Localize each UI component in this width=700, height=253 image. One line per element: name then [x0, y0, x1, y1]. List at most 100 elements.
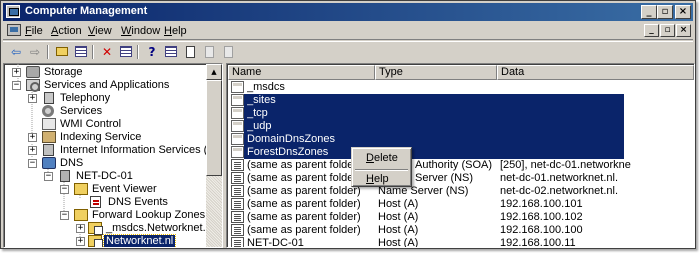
menu-help[interactable]: Help: [164, 25, 187, 37]
console-tree[interactable]: + Storage − Services and Applications + …: [3, 63, 223, 248]
toolbar-separator: [137, 45, 139, 59]
wmi-icon: [42, 118, 56, 130]
close-button[interactable]: ×: [675, 5, 691, 19]
folder-up-icon: [56, 47, 68, 56]
collapse-toggle[interactable]: −: [44, 172, 53, 181]
row-name: DomainDnsZones: [247, 133, 336, 145]
column-header-name[interactable]: Name: [228, 65, 375, 80]
list-row[interactable]: (same as parent folder) Host (A) 192.168.1…: [228, 224, 693, 237]
menu-file[interactable]: File: [25, 25, 43, 37]
row-name: _sites: [247, 94, 276, 106]
show-hide-console-tree-button[interactable]: [72, 44, 90, 60]
delete-button[interactable]: ✕: [98, 44, 116, 60]
row-name: _msdcs: [247, 81, 285, 93]
list-row[interactable]: _udp: [228, 120, 693, 133]
menu-window[interactable]: Window: [121, 25, 160, 37]
list-row[interactable]: DomainDnsZones: [228, 133, 693, 146]
scroll-thumb[interactable]: [206, 80, 222, 176]
list-row[interactable]: NET-DC-01 Host (A) 192.168.100.11: [228, 237, 693, 248]
row-name: (same as parent folder): [247, 198, 361, 210]
menu-action[interactable]: Action: [51, 25, 82, 37]
row-data: 192.168.100.100: [500, 224, 583, 236]
tree-item-label: Indexing Service: [60, 131, 142, 143]
scroll-up-button[interactable]: ▲: [206, 64, 222, 80]
expand-toggle[interactable]: +: [76, 237, 85, 246]
services-gear-icon: [42, 105, 54, 117]
list-row[interactable]: _tcp: [228, 107, 693, 120]
mdi-minimize-button[interactable]: _: [644, 24, 659, 37]
arrow-right-icon: ⇨: [29, 45, 41, 59]
document-button-1[interactable]: [181, 44, 199, 60]
zone-icon: [88, 222, 103, 235]
context-menu-delete[interactable]: Delete: [366, 151, 398, 165]
column-header-type[interactable]: Type: [375, 65, 497, 80]
title-bar[interactable]: Computer Management _ ▫ ×: [3, 3, 693, 21]
expand-toggle[interactable]: +: [12, 68, 21, 77]
row-data: 192.168.100.101: [500, 198, 583, 210]
up-one-level-button[interactable]: [53, 44, 71, 60]
tree-item-label: NET-DC-01: [76, 170, 133, 182]
forward-button[interactable]: ⇨: [26, 44, 44, 60]
back-button[interactable]: ⇦: [7, 44, 25, 60]
dns-icon: [42, 157, 56, 169]
list-row[interactable]: _msdcs: [228, 81, 693, 94]
restore-button[interactable]: ▫: [657, 5, 673, 19]
row-name: _udp: [247, 120, 272, 132]
record-icon: [231, 237, 244, 247]
tree-item-label: Networknet.nl: [102, 234, 177, 247]
context-menu: Delete Help: [351, 147, 412, 187]
expand-toggle[interactable]: +: [28, 133, 37, 142]
record-icon: [231, 185, 244, 197]
expand-toggle[interactable]: +: [28, 146, 37, 155]
folder-icon: [231, 81, 244, 93]
row-type: Authority (SOA): [415, 159, 493, 171]
storage-icon: [26, 66, 40, 78]
list-view-button[interactable]: [162, 44, 180, 60]
document-icon: [204, 46, 214, 58]
row-data: net-dc-01.networknet.nl.: [500, 172, 619, 184]
list-row[interactable]: (same as parent folder) Name Server (NS) n…: [228, 185, 693, 198]
context-menu-separator: [355, 169, 408, 171]
collapse-toggle[interactable]: −: [12, 81, 21, 90]
column-header-data[interactable]: Data: [497, 65, 694, 80]
tree-item-label: Internet Information Services (IIS) Mar: [60, 144, 222, 156]
record-icon: [231, 224, 244, 236]
results-list[interactable]: Name Type Data _msdcs _sites _tcp _udp Domai…: [226, 63, 695, 248]
document-icon: [185, 46, 195, 58]
list-row[interactable]: _sites: [228, 94, 693, 107]
row-type: Host (A): [378, 198, 419, 210]
collapse-toggle[interactable]: −: [28, 159, 37, 168]
expand-toggle[interactable]: +: [76, 224, 85, 233]
mdi-close-button[interactable]: ×: [676, 24, 691, 37]
properties-icon: [120, 46, 132, 57]
menu-view[interactable]: View: [88, 25, 112, 37]
mdi-caption-buttons: _ ▫ ×: [644, 24, 691, 37]
minimize-button[interactable]: _: [641, 5, 657, 19]
list-row[interactable]: ForestDnsZones: [228, 146, 693, 159]
services-icon: [26, 79, 40, 92]
collapse-toggle[interactable]: −: [60, 211, 69, 220]
collapse-toggle[interactable]: −: [60, 185, 69, 194]
mdi-restore-button[interactable]: ▫: [660, 24, 675, 37]
row-data: 192.168.100.11: [500, 237, 576, 248]
context-menu-help[interactable]: Help: [366, 172, 389, 186]
tree-item-label: Event Viewer: [92, 183, 157, 195]
row-data: 192.168.100.102: [500, 211, 583, 223]
list-row[interactable]: (same as parent folder) Host (A) 192.168.1…: [228, 211, 693, 224]
list-row[interactable]: (same as parent folder) Server (NS) net-dc…: [228, 172, 693, 185]
document-button-2[interactable]: [200, 44, 218, 60]
tree-item-label: WMI Control: [60, 118, 122, 130]
properties-button[interactable]: [117, 44, 135, 60]
tree-item-label: Forward Lookup Zones: [92, 209, 206, 221]
help-button[interactable]: ?: [143, 44, 161, 60]
scroll-up-arrow-icon: ▲: [211, 68, 217, 76]
document-button-3[interactable]: [219, 44, 237, 60]
list-row[interactable]: (same as parent folder) Authority (SOA) [2…: [228, 159, 693, 172]
toolbar-separator: [92, 45, 94, 59]
tree-vertical-scrollbar[interactable]: ▲: [206, 64, 222, 247]
row-type: Host (A): [378, 224, 419, 236]
mmc-system-menu-icon[interactable]: [7, 24, 21, 36]
expand-toggle[interactable]: +: [28, 94, 37, 103]
tree-item-label: Storage: [44, 66, 83, 78]
list-row[interactable]: (same as parent folder) Host (A) 192.168.1…: [228, 198, 693, 211]
